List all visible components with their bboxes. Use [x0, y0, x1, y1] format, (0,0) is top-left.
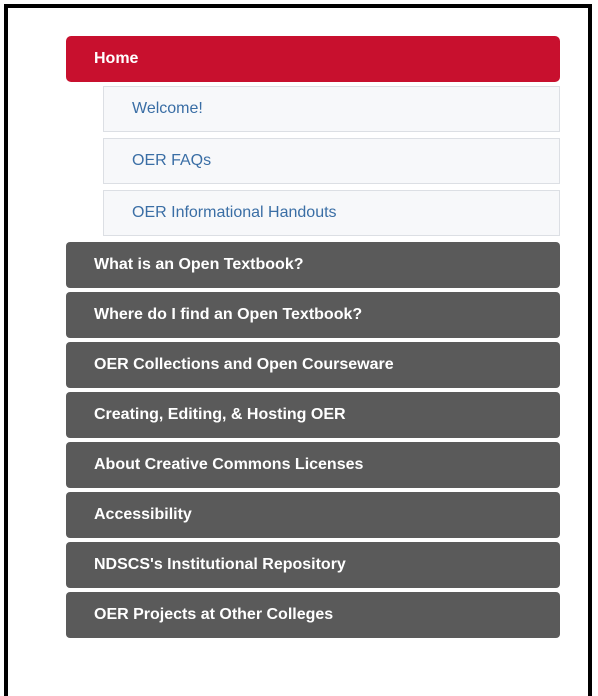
screenshot-frame: Home Welcome! OER FAQs OER Informational… — [4, 4, 592, 696]
subnav-item-welcome[interactable]: Welcome! — [103, 86, 560, 132]
nav-item-home[interactable]: Home — [66, 36, 560, 82]
nav-item-where-find-open-textbook[interactable]: Where do I find an Open Textbook? — [66, 292, 560, 338]
subnav-item-oer-handouts[interactable]: OER Informational Handouts — [103, 190, 560, 236]
nav-item-oer-projects-other-colleges[interactable]: OER Projects at Other Colleges — [66, 592, 560, 638]
nav-item-creative-commons[interactable]: About Creative Commons Licenses — [66, 442, 560, 488]
subnav-item-oer-faqs[interactable]: OER FAQs — [103, 138, 560, 184]
guide-navigation: Home Welcome! OER FAQs OER Informational… — [66, 36, 560, 642]
nav-item-what-is-open-textbook[interactable]: What is an Open Textbook? — [66, 242, 560, 288]
nav-item-oer-collections[interactable]: OER Collections and Open Courseware — [66, 342, 560, 388]
home-subpage-list: Welcome! OER FAQs OER Informational Hand… — [103, 86, 560, 236]
nav-item-institutional-repository[interactable]: NDSCS's Institutional Repository — [66, 542, 560, 588]
nav-item-accessibility[interactable]: Accessibility — [66, 492, 560, 538]
nav-item-creating-editing-hosting[interactable]: Creating, Editing, & Hosting OER — [66, 392, 560, 438]
